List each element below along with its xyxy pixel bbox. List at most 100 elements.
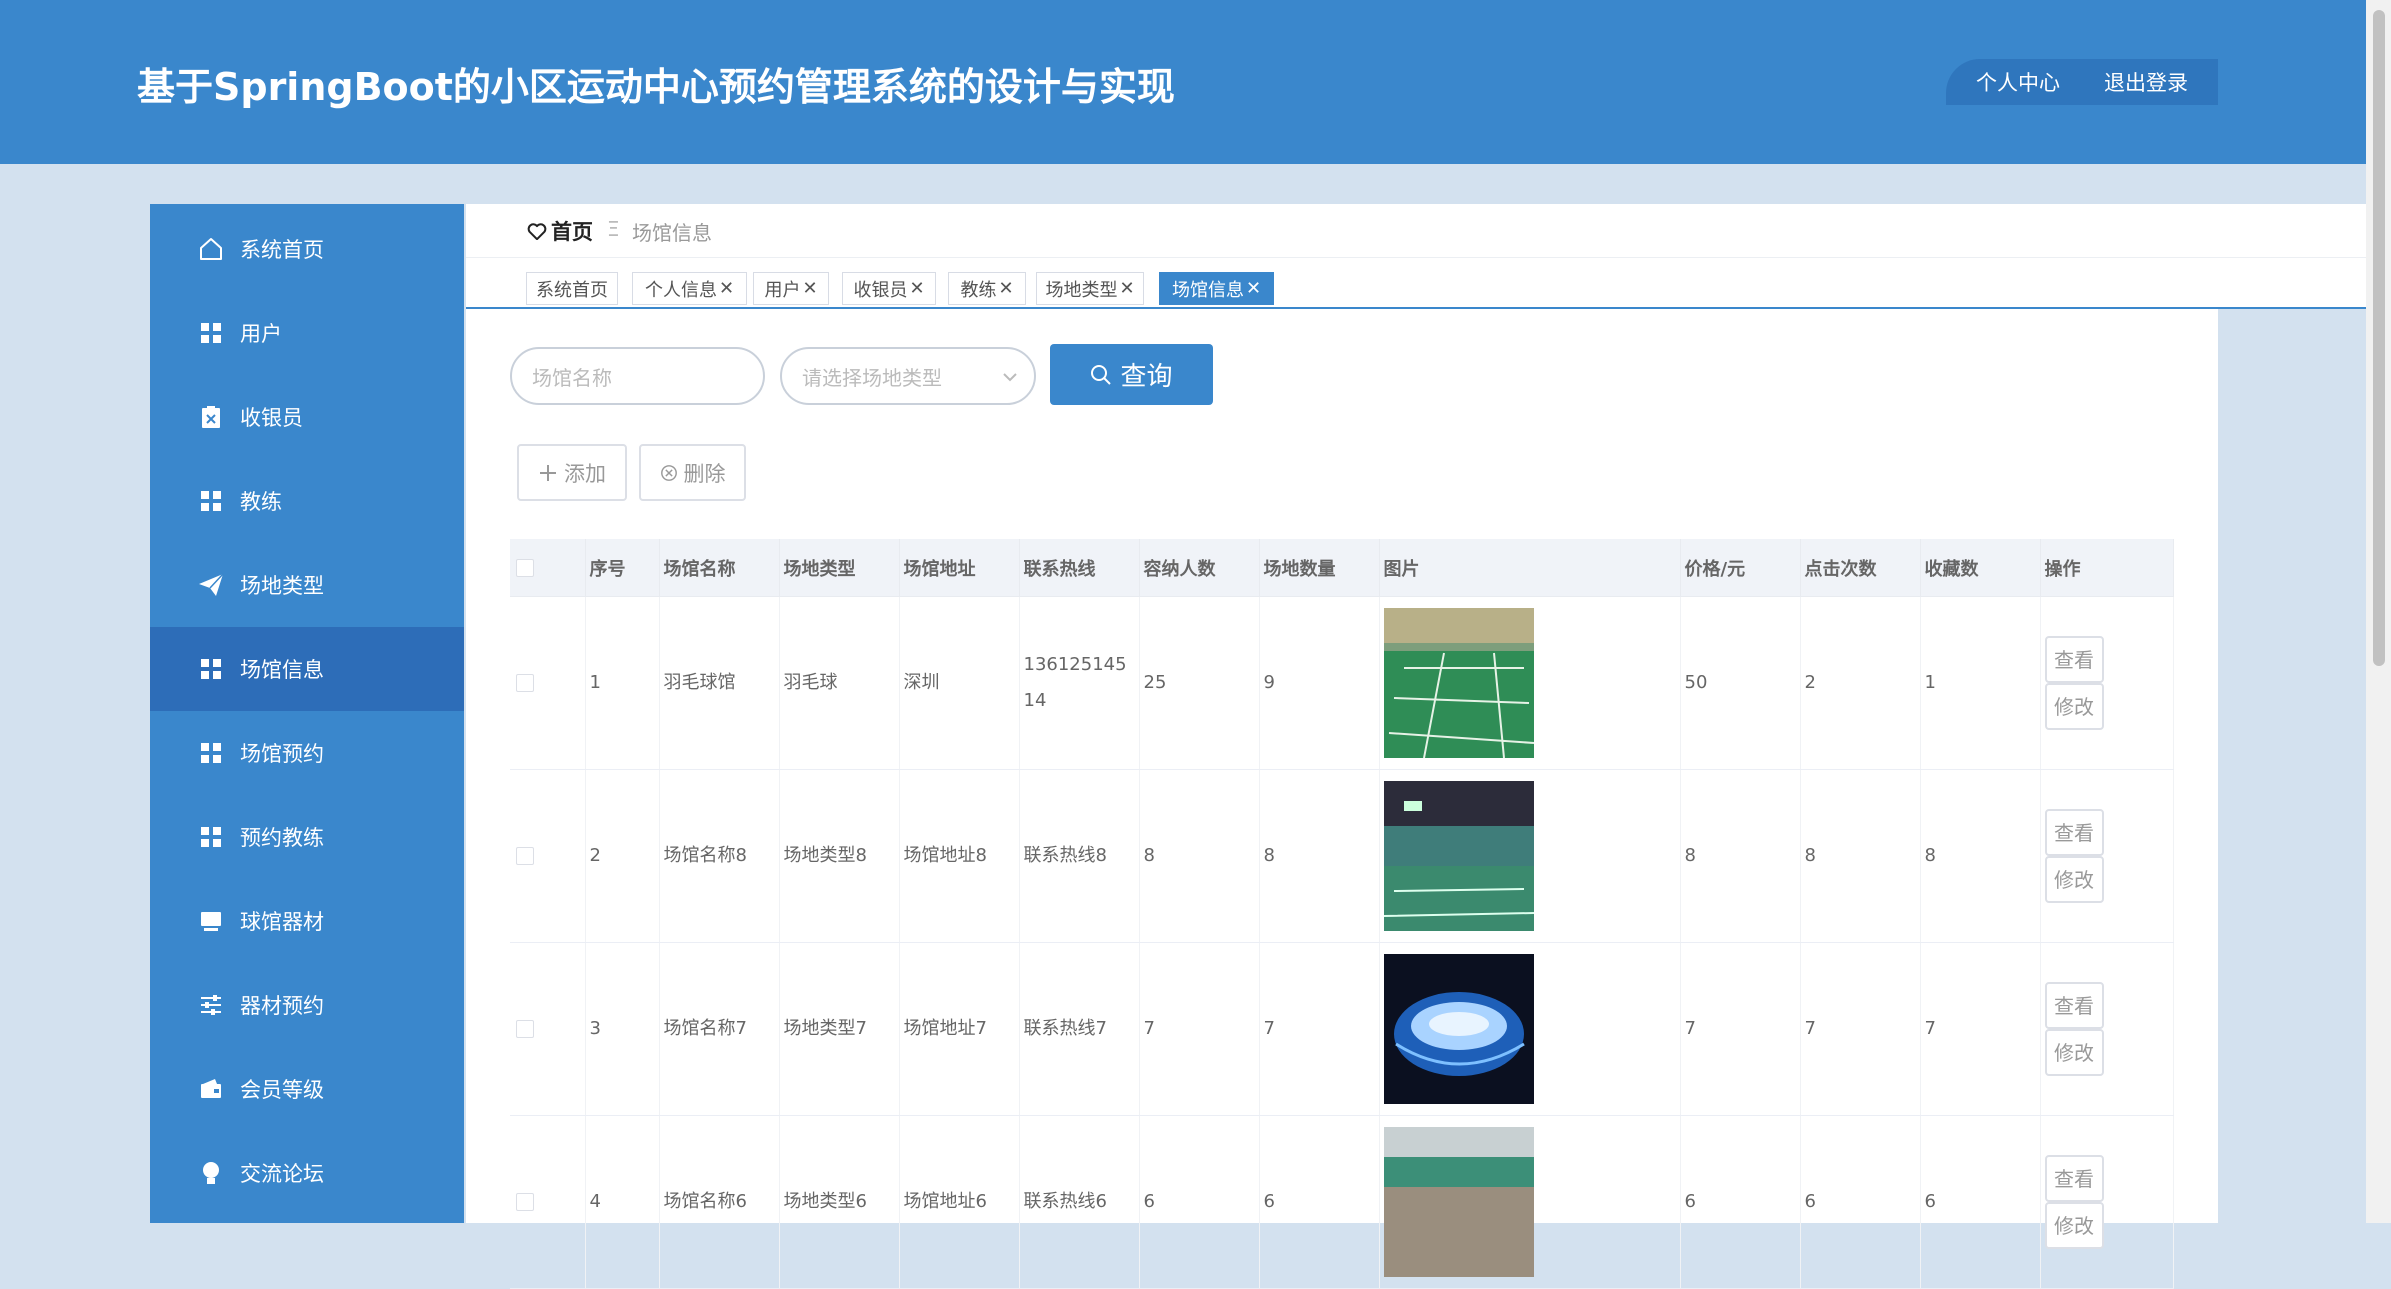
table-row: 3 场馆名称7 场地类型7 场馆地址7 联系热线7 7 7 7 7 7 查看修改 — [510, 942, 2174, 1116]
top-actions: 个人中心 退出登录 — [1946, 59, 2218, 105]
tag-6[interactable]: 场地类型 ✕ — [1036, 272, 1144, 305]
cell-capacity: 8 — [1139, 769, 1260, 943]
clipboard-icon — [198, 404, 224, 430]
column-header: 点击次数 — [1800, 539, 1921, 597]
cell-type: 场地类型8 — [779, 769, 900, 943]
close-icon[interactable]: ✕ — [909, 278, 924, 299]
tag-label: 场地类型 — [1045, 279, 1118, 301]
breadcrumb-home-label: 首页 — [551, 220, 593, 244]
sidebar-item-label: 系统首页 — [240, 238, 324, 262]
cell-image — [1379, 596, 1681, 770]
venue-image — [1383, 608, 1534, 758]
query-button[interactable]: 查询 — [1050, 344, 1213, 405]
sidebar-item-4[interactable]: 教练 — [150, 459, 464, 543]
view-button[interactable]: 查看 — [2044, 982, 2104, 1029]
sidebar-item-5[interactable]: 场地类型 — [150, 543, 464, 627]
monitor-icon — [198, 908, 224, 934]
select-all-checkbox[interactable] — [516, 558, 534, 577]
sidebar-item-label: 场馆预约 — [240, 742, 324, 766]
cell-index: 3 — [585, 942, 660, 1116]
venue-type-placeholder: 请选择场地类型 — [802, 365, 942, 390]
column-header: 联系热线 — [1019, 539, 1140, 597]
cell-clicks: 6 — [1800, 1115, 1921, 1289]
column-header: 场馆地址 — [899, 539, 1020, 597]
select-all-cell — [510, 539, 586, 597]
sidebar-item-label: 场馆信息 — [240, 658, 324, 682]
sidebar-item-label: 会员等级 — [240, 1078, 324, 1102]
edit-button[interactable]: 修改 — [2044, 1029, 2104, 1076]
tag-2[interactable]: 个人信息 ✕ — [632, 272, 747, 305]
personal-center-link[interactable]: 个人中心 — [1976, 67, 2060, 97]
cell-favorites: 1 — [1920, 596, 2041, 770]
close-icon[interactable]: ✕ — [719, 278, 734, 299]
table-row: 2 场馆名称8 场地类型8 场馆地址8 联系热线8 8 8 8 8 8 查看修改 — [510, 769, 2174, 943]
cell-courts: 6 — [1259, 1115, 1380, 1289]
tag-7[interactable]: 场馆信息 ✕ — [1159, 272, 1274, 305]
scrollbar-thumb[interactable] — [2373, 10, 2385, 666]
tag-1[interactable]: 系统首页 — [526, 272, 618, 305]
cell-capacity: 7 — [1139, 942, 1260, 1116]
edit-button[interactable]: 修改 — [2044, 683, 2104, 730]
sidebar-item-label: 收银员 — [240, 406, 303, 430]
sidebar-item-8[interactable]: 预约教练 — [150, 795, 464, 879]
cell-price: 50 — [1680, 596, 1801, 770]
table-body: 1 羽毛球馆 羽毛球 深圳 13612514514 25 9 50 2 1 查看修改 2 场馆名称8 场地… — [510, 596, 2174, 1289]
tag-3[interactable]: 用户 ✕ — [753, 272, 829, 305]
view-button[interactable]: 查看 — [2044, 809, 2104, 856]
sidebar-item-7[interactable]: 场馆预约 — [150, 711, 464, 795]
tag-label: 个人信息 — [644, 279, 717, 301]
breadcrumb-home[interactable]: 首页 — [527, 216, 593, 246]
tag-5[interactable]: 教练 ✕ — [948, 272, 1026, 305]
column-header: 场地数量 — [1259, 539, 1380, 597]
view-button[interactable]: 查看 — [2044, 636, 2104, 683]
search-icon — [1091, 364, 1112, 385]
close-icon[interactable]: ✕ — [1246, 278, 1261, 299]
page-scrollbar[interactable] — [2366, 0, 2391, 1223]
sidebar-item-12[interactable]: 交流论坛 — [150, 1131, 464, 1215]
sidebar-item-9[interactable]: 球馆器材 — [150, 879, 464, 963]
sidebar-item-1[interactable]: 系统首页 — [150, 207, 464, 291]
grid-icon — [198, 824, 224, 850]
wallet-icon — [198, 1076, 224, 1102]
sidebar-item-label: 球馆器材 — [240, 910, 324, 934]
venue-type-select[interactable]: 请选择场地类型 — [780, 347, 1036, 405]
tag-4[interactable]: 收银员 ✕ — [842, 272, 936, 305]
cell-courts: 9 — [1259, 596, 1380, 770]
cell-hotline: 联系热线7 — [1019, 942, 1140, 1116]
row-checkbox[interactable] — [516, 847, 534, 865]
cell-clicks: 7 — [1800, 942, 1921, 1116]
row-select-cell — [510, 596, 586, 770]
sidebar-item-2[interactable]: 用户 — [150, 291, 464, 375]
logout-link[interactable]: 退出登录 — [2104, 67, 2188, 97]
close-icon[interactable]: ✕ — [802, 278, 817, 299]
add-button[interactable]: 添加 — [517, 444, 627, 501]
circle-close-icon — [660, 464, 677, 481]
row-checkbox[interactable] — [516, 1020, 534, 1038]
add-button-label: 添加 — [564, 461, 606, 486]
plus-icon — [540, 464, 556, 481]
delete-button[interactable]: 删除 — [639, 444, 746, 501]
view-button[interactable]: 查看 — [2044, 1155, 2104, 1202]
row-checkbox[interactable] — [516, 674, 534, 692]
tag-label: 收银员 — [853, 279, 908, 301]
sidebar-item-3[interactable]: 收银员 — [150, 375, 464, 459]
close-icon[interactable]: ✕ — [1119, 278, 1134, 299]
cell-type: 场地类型7 — [779, 942, 900, 1116]
close-icon[interactable]: ✕ — [998, 278, 1013, 299]
sidebar-item-11[interactable]: 会员等级 — [150, 1047, 464, 1131]
row-checkbox[interactable] — [516, 1193, 534, 1211]
column-header: 场地类型 — [779, 539, 900, 597]
sidebar-item-6[interactable]: 场馆信息 — [150, 627, 464, 711]
venue-name-input[interactable]: 场馆名称 — [510, 347, 765, 405]
row-select-cell — [510, 1115, 586, 1289]
edit-button[interactable]: 修改 — [2044, 1202, 2104, 1249]
cell-clicks: 2 — [1800, 596, 1921, 770]
cell-image — [1379, 942, 1681, 1116]
sidebar-item-10[interactable]: 器材预约 — [150, 963, 464, 1047]
table-row: 4 场馆名称6 场地类型6 场馆地址6 联系热线6 6 6 6 6 6 查看修改 — [510, 1115, 2174, 1289]
cell-address: 场馆地址8 — [899, 769, 1020, 943]
edit-button[interactable]: 修改 — [2044, 856, 2104, 903]
grid-icon — [198, 656, 224, 682]
column-header: 序号 — [585, 539, 660, 597]
cell-name: 场馆名称7 — [659, 942, 780, 1116]
